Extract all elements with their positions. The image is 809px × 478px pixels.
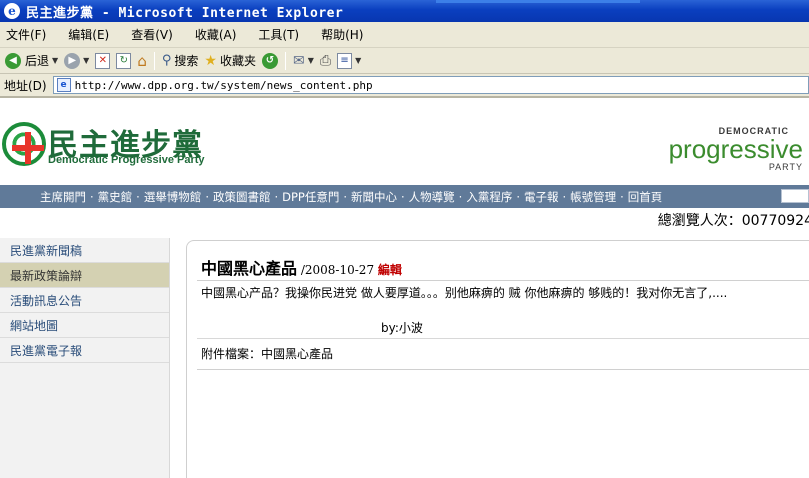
sidebar-item-newsletter[interactable]: 民進黨電子報	[0, 338, 169, 363]
search-icon: ⚲	[161, 53, 172, 68]
nav-people[interactable]: 人物導覽	[409, 189, 455, 205]
menu-view[interactable]: 查看(V)	[131, 26, 173, 43]
internet-explorer-icon: e	[4, 3, 20, 19]
search-button[interactable]: ⚲ 搜索	[159, 50, 202, 72]
site-header: 民主進步黨 Democratic Progressive Party DEMOC…	[0, 100, 809, 184]
article-date: /2008-10-27	[300, 263, 375, 277]
logo-cross-horizontal	[12, 145, 44, 151]
stop-button[interactable]: ✕	[92, 50, 113, 72]
search-label: 搜索	[174, 54, 199, 68]
nav-separator: ·	[458, 189, 463, 204]
edit-page-button[interactable]: ≡ ▼	[334, 50, 364, 72]
nav-separator: ·	[401, 189, 405, 204]
address-label: 地址(D)	[4, 78, 47, 93]
nav-separator: ·	[136, 189, 140, 204]
sidebar-item-events[interactable]: 活動訊息公告	[0, 288, 169, 313]
article-title: 中國黑心產品	[201, 259, 298, 278]
nav-join[interactable]: 入黨程序	[466, 189, 512, 205]
chevron-down-icon[interactable]: ▼	[83, 56, 89, 65]
nav-separator: ·	[274, 189, 279, 204]
window-title-bar[interactable]: e 民主進步黨 - Microsoft Internet Explorer	[0, 0, 809, 22]
history-button[interactable]: ↺	[259, 50, 281, 72]
nav-account[interactable]: 帳號管理	[570, 189, 616, 205]
favorites-button[interactable]: ★ 收藏夹	[201, 50, 259, 72]
article-author: by:小波	[381, 321, 423, 335]
nav-separator: ·	[562, 189, 567, 204]
home-icon: ⌂	[137, 51, 147, 70]
menu-bar: 文件(F) 编辑(E) 查看(V) 收藏(A) 工具(T) 帮助(H)	[0, 22, 809, 48]
divider	[197, 369, 809, 370]
back-button[interactable]: ◀ 后退 ▼	[2, 50, 61, 72]
sidebar-item-press-releases[interactable]: 民進黨新聞稿	[0, 238, 169, 263]
back-arrow-icon: ◀	[5, 52, 21, 69]
page-icon: e	[56, 78, 71, 92]
nav-search-input[interactable]	[781, 189, 809, 203]
nav-separator: ·	[343, 189, 348, 204]
stop-icon: ✕	[95, 52, 111, 69]
nav-separator: ·	[516, 189, 520, 204]
window-title: 民主進步黨 - Microsoft Internet Explorer	[26, 5, 344, 21]
print-button[interactable]: ⎙	[317, 50, 334, 72]
sidebar-item-policy-debate[interactable]: 最新政策論辯	[0, 263, 169, 288]
menu-favorites[interactable]: 收藏(A)	[195, 26, 237, 43]
title-bar-highlight	[436, 0, 640, 3]
mail-button[interactable]: ✉ ▼	[290, 50, 317, 72]
nav-history[interactable]: 黨史館	[98, 189, 133, 205]
brand-main: progressive	[668, 134, 803, 164]
address-bar: 地址(D) e http://www.dpp.org.tw/system/new…	[0, 74, 809, 98]
home-button[interactable]: ⌂	[134, 50, 150, 72]
chevron-down-icon[interactable]: ▼	[355, 56, 361, 65]
nav-news-center[interactable]: 新聞中心	[351, 189, 397, 205]
favorites-label: 收藏夹	[219, 54, 256, 68]
brand-wordmark: DEMOCRATIC progressive PARTY	[669, 126, 803, 172]
chevron-down-icon[interactable]: ▼	[308, 56, 314, 65]
menu-help[interactable]: 帮助(H)	[321, 26, 363, 43]
article-header: 中國黑心產品 /2008-10-27 編輯	[201, 255, 402, 279]
refresh-button[interactable]: ↻	[113, 50, 134, 72]
nav-newsletter[interactable]: 電子報	[524, 189, 559, 205]
sidebar: 民進黨新聞稿 最新政策論辯 活動訊息公告 網站地圖 民進黨電子報	[0, 238, 170, 478]
address-input[interactable]: e http://www.dpp.org.tw/system/news_cont…	[52, 76, 809, 94]
toolbar-separator	[284, 51, 286, 70]
nav-separator: ·	[620, 189, 624, 204]
nav-dpp-door[interactable]: DPP任意門	[282, 189, 339, 205]
back-label: 后退	[25, 54, 50, 68]
print-icon: ⎙	[319, 52, 332, 69]
mail-icon: ✉	[292, 52, 305, 69]
main-nav: 主席開門 · 黨史館 · 選舉博物館 · 政策圖書館 · DPP任意門 · 新聞中心 · 人…	[0, 185, 809, 208]
logo-english-name: Democratic Progressive Party	[48, 154, 205, 166]
refresh-icon: ↻	[116, 52, 132, 69]
nav-home[interactable]: 回首頁	[628, 189, 663, 205]
nav-election-museum[interactable]: 選舉博物館	[144, 189, 202, 205]
nav-separator: ·	[90, 189, 94, 204]
edit-page-icon: ≡	[337, 52, 353, 69]
toolbar: ◀ 后退 ▼ ▶ ▼ ✕ ↻ ⌂ ⚲ 搜索 ★ 收藏夹 ↺ ✉ ▼ ⎙ ≡ ▼	[0, 48, 809, 74]
toolbar-separator	[153, 51, 155, 70]
sidebar-item-sitemap[interactable]: 網站地圖	[0, 313, 169, 338]
history-icon: ↺	[261, 52, 278, 69]
menu-tools[interactable]: 工具(T)	[258, 26, 299, 43]
chevron-down-icon[interactable]: ▼	[52, 56, 58, 65]
nav-policy-library[interactable]: 政策圖書館	[213, 189, 271, 205]
article-body: 中國黑心产品？我操你民进党 做人要厚道。。。别他麻痹的 贼 你他麻痹的 够贱的！…	[201, 286, 728, 300]
menu-file[interactable]: 文件(F)	[6, 26, 46, 43]
nav-chairman[interactable]: 主席開門	[40, 189, 86, 205]
forward-arrow-icon: ▶	[64, 52, 81, 69]
nav-separator: ·	[205, 189, 209, 204]
article-panel: 中國黑心產品 /2008-10-27 編輯 中國黑心产品？我操你民进党 做人要厚…	[186, 240, 809, 478]
edit-link[interactable]: 編輯	[378, 263, 402, 277]
forward-button[interactable]: ▶ ▼	[61, 50, 92, 72]
star-icon: ★	[204, 52, 217, 69]
divider	[197, 338, 809, 339]
address-url[interactable]: http://www.dpp.org.tw/system/news_conten…	[75, 79, 373, 92]
menu-edit[interactable]: 编辑(E)	[68, 26, 109, 43]
attachment-link[interactable]: 附件檔案：中國黑心產品	[201, 345, 333, 362]
visit-counter: 總瀏覽人次：00770924	[657, 213, 809, 229]
divider	[197, 280, 809, 281]
party-logo-icon[interactable]	[2, 122, 46, 166]
